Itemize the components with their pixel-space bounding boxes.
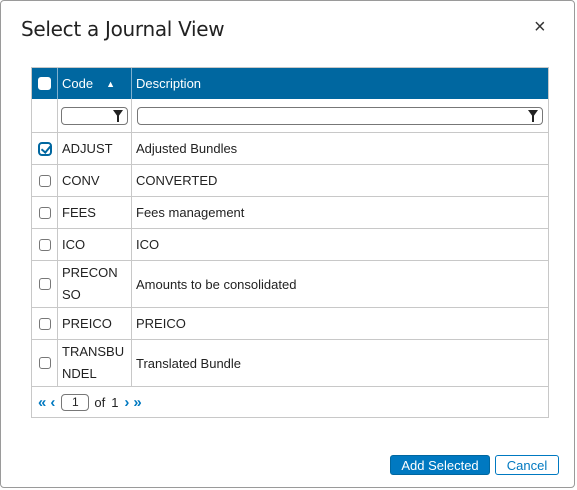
table-row[interactable]: PRECON SO Amounts to be consolidated [32,261,548,308]
code-cell: FEES [58,197,132,228]
select-journal-view-dialog: Select a Journal View × Code ▲ Descripti… [0,0,575,488]
description-cell: Adjusted Bundles [136,141,238,156]
row-select-cell [32,261,58,307]
filter-icon[interactable] [113,109,123,122]
previous-page-icon[interactable]: ‹ [50,395,55,410]
row-checkbox[interactable] [37,141,52,156]
row-checkbox[interactable] [38,174,51,187]
row-checkbox[interactable] [38,317,51,330]
code-filter-input[interactable] [61,106,128,125]
add-selected-button[interactable]: Add Selected [390,455,490,475]
row-select-cell [32,340,58,386]
grid-header-row: Code ▲ Description [32,68,548,99]
row-select-cell [32,308,58,339]
code-cell: CONV [58,165,132,196]
description-cell: CONVERTED [136,173,218,188]
sort-ascending-icon: ▲ [106,78,115,89]
row-checkbox[interactable] [38,206,51,219]
description-cell: PREICO [136,316,186,331]
code-cell: PRECON SO [58,261,132,307]
last-page-icon[interactable]: » [133,395,141,410]
filter-icon[interactable] [528,109,538,122]
row-select-cell [32,133,58,164]
code-filter-cell [58,99,132,132]
table-row[interactable]: ICO ICO [32,229,548,261]
select-all-cell [32,68,58,99]
cancel-button[interactable]: Cancel [495,455,559,475]
select-all-checkbox[interactable] [38,77,51,90]
next-page-icon[interactable]: › [124,395,129,410]
description-cell: Translated Bundle [136,355,242,371]
column-header-code[interactable]: Code ▲ [58,68,132,99]
table-row[interactable]: FEES Fees management [32,197,548,229]
row-select-cell [32,165,58,196]
row-checkbox[interactable] [38,278,51,290]
row-checkbox[interactable] [38,238,51,251]
description-cell: Amounts to be consolidated [136,276,297,292]
row-select-cell [32,197,58,228]
page-number-input[interactable]: 1 [61,393,90,411]
close-icon[interactable]: × [534,17,546,37]
code-cell: PREICO [58,308,132,339]
first-page-icon[interactable]: « [38,395,46,410]
row-select-cell [32,229,58,260]
filter-spacer [32,99,58,132]
description-filter-input[interactable] [137,106,543,125]
code-line-1: PRECON [62,265,118,280]
table-row[interactable]: TRANSBU NDEL Translated Bundle [32,340,548,387]
journal-view-grid: Code ▲ Description ADJUST Adjusted Bundl… [31,67,549,418]
code-cell: ADJUST [58,133,132,164]
pagination-bar: « ‹ 1 of 1 › » [32,387,548,417]
column-header-code-label: Code [62,76,94,91]
column-header-description-label: Description [136,76,202,91]
table-row[interactable]: ADJUST Adjusted Bundles [32,133,548,165]
description-cell: Fees management [136,205,245,220]
code-line-1: TRANSBU [62,344,125,359]
filter-row [32,99,548,133]
code-cell: ICO [58,229,132,260]
code-cell: TRANSBU NDEL [58,340,132,386]
description-filter-cell [132,99,548,132]
table-row[interactable]: CONV CONVERTED [32,165,548,197]
total-pages: 1 [111,394,119,410]
page-of-label: of [94,394,106,410]
description-cell: ICO [136,237,160,252]
code-line-2: SO [62,287,81,302]
column-header-description[interactable]: Description [132,68,548,99]
code-line-2: NDEL [62,366,97,381]
table-row[interactable]: PREICO PREICO [32,308,548,340]
dialog-title: Select a Journal View [21,17,225,41]
row-checkbox[interactable] [38,357,51,369]
